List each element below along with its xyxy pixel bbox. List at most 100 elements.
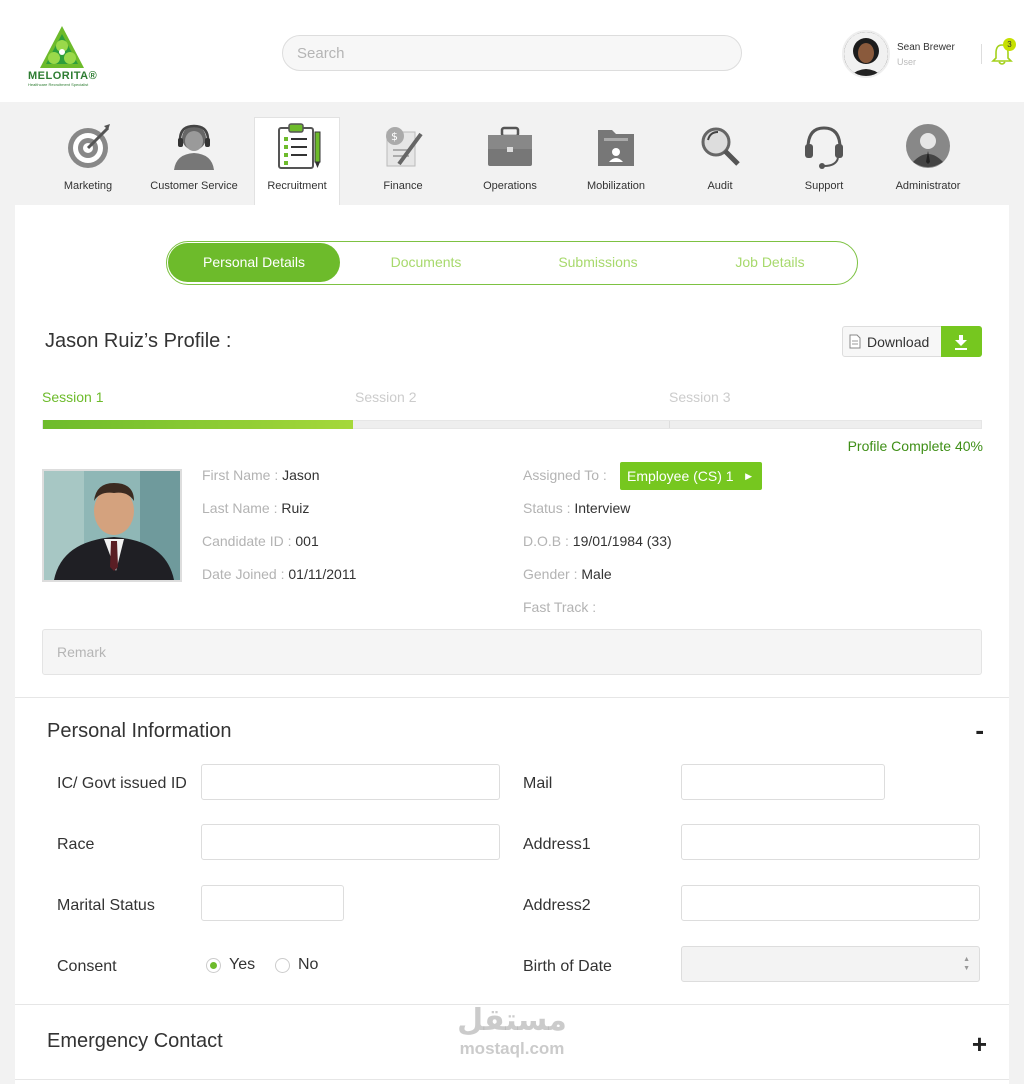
gender-field: Gender : Male	[523, 566, 612, 582]
play-arrow-icon: ▶	[745, 471, 752, 481]
address2-label: Address2	[523, 897, 591, 914]
remark-input[interactable]	[42, 629, 982, 675]
admin-icon	[906, 124, 950, 168]
ic-input[interactable]	[201, 764, 500, 800]
candidate-portrait-icon	[44, 471, 180, 580]
nav-item-audit[interactable]: Audit	[670, 118, 770, 206]
address1-label: Address1	[523, 836, 591, 853]
session-2-label[interactable]: Session 2	[355, 389, 416, 405]
expand-toggle[interactable]: +	[972, 1029, 987, 1060]
nav-item-recruitment[interactable]: Recruitment	[254, 117, 340, 207]
first-name-value: Jason	[282, 467, 320, 483]
spinner-down-icon[interactable]: ▼	[963, 965, 970, 973]
assigned-to-button[interactable]: Employee (CS) 1 ▶	[620, 462, 762, 490]
assigned-to-label-text: Assigned To :	[523, 467, 607, 483]
first-name-field: First Name : Jason	[202, 467, 319, 483]
nav-item-mobilization[interactable]: Mobilization	[566, 118, 666, 206]
nav-item-support[interactable]: Support	[774, 118, 874, 206]
document-icon	[849, 334, 861, 349]
nav-label: Marketing	[63, 180, 113, 192]
nav-label: Finance	[383, 180, 423, 192]
address1-input[interactable]	[681, 824, 980, 860]
nav-item-marketing[interactable]: Marketing	[38, 118, 138, 206]
profile-complete-text: Profile Complete 40%	[847, 438, 983, 454]
race-input[interactable]	[201, 824, 500, 860]
watermark-latin: mostaql.com	[459, 1039, 565, 1058]
tab-documents[interactable]: Documents	[340, 243, 512, 282]
brand-tagline: Healthcare Recruitment Specialist	[28, 82, 89, 87]
section-divider	[15, 697, 1009, 698]
dob-field: D.O.B : 19/01/1984 (33)	[523, 533, 672, 549]
magnifier-icon	[701, 127, 740, 166]
consent-yes-label[interactable]: Yes	[229, 956, 255, 974]
spinner-up-icon[interactable]: ▲	[963, 956, 970, 964]
nav-label: Operations	[483, 180, 537, 192]
assigned-to-value: Employee (CS) 1	[627, 468, 734, 484]
nav-item-administrator[interactable]: Administrator	[878, 118, 978, 206]
collapse-toggle[interactable]: -	[975, 715, 984, 746]
nav-item-operations[interactable]: Operations	[460, 118, 560, 206]
nav-label: Mobilization	[586, 180, 646, 192]
birth-date-input[interactable]: ▲ ▼	[681, 946, 980, 982]
download-label: Download	[867, 334, 930, 350]
svg-text:$: $	[391, 130, 398, 143]
profile-tabs: Personal Details Documents Submissions J…	[166, 241, 858, 285]
fast-track-label: Fast Track :	[523, 599, 597, 615]
last-name-value: Ruiz	[281, 500, 310, 516]
nav-label: Customer Service	[150, 180, 238, 192]
gender-label: Gender :	[523, 566, 578, 582]
date-joined-value: 01/11/2011	[288, 566, 357, 582]
section-divider	[15, 1079, 1009, 1080]
consent-no-label[interactable]: No	[298, 956, 318, 974]
tab-submissions[interactable]: Submissions	[512, 243, 684, 282]
brand-name: MELORITA®	[28, 70, 98, 82]
marital-status-label: Marital Status	[57, 897, 155, 914]
race-label: Race	[57, 836, 95, 853]
user-photo-icon	[844, 32, 888, 76]
user-name: Sean Brewer	[897, 42, 955, 53]
tab-personal-details[interactable]: Personal Details	[168, 243, 340, 282]
first-name-label: First Name :	[202, 467, 279, 483]
nav-item-finance[interactable]: $ Finance	[353, 118, 453, 206]
module-nav: Marketing Customer Service Recruitment $	[0, 102, 1024, 207]
notification-count-badge: 3	[1003, 38, 1016, 51]
nav-label: Audit	[707, 180, 733, 192]
candidate-id-label: Candidate ID :	[202, 533, 292, 549]
candidate-id-value: 001	[295, 533, 319, 549]
marital-status-input[interactable]	[201, 885, 344, 921]
download-arrow-icon[interactable]	[941, 326, 982, 357]
session-3-label[interactable]: Session 3	[669, 389, 730, 405]
folder-icon	[598, 130, 634, 166]
search-input[interactable]	[282, 35, 742, 71]
nav-item-customer-service[interactable]: Customer Service	[144, 118, 244, 206]
briefcase-icon	[488, 126, 532, 166]
session-1-label[interactable]: Session 1	[42, 389, 103, 405]
consent-yes-radio[interactable]	[206, 958, 221, 973]
date-joined-label: Date Joined :	[202, 566, 285, 582]
candidate-id-field: Candidate ID : 001	[202, 533, 319, 549]
mail-input[interactable]	[681, 764, 885, 800]
progress-fill	[43, 420, 353, 429]
profile-title: Jason Ruiz’s Profile :	[45, 330, 232, 352]
gender-value: Male	[581, 566, 612, 582]
assigned-to-label: Assigned To :	[523, 467, 607, 483]
tab-job-details[interactable]: Job Details	[684, 243, 856, 282]
status-value: Interview	[574, 500, 631, 516]
download-button[interactable]: Download	[842, 326, 982, 357]
nav-label: Administrator	[895, 180, 961, 192]
header-divider	[981, 44, 982, 64]
profile-progress-bar	[42, 420, 982, 429]
nav-label: Recruitment	[267, 180, 327, 192]
headset-icon	[805, 126, 843, 169]
mail-label: Mail	[523, 775, 553, 792]
user-role: User	[897, 57, 917, 67]
mostaql-watermark: مستقل mostaql.com	[447, 1003, 577, 1059]
last-name-field: Last Name : Ruiz	[202, 500, 309, 516]
finance-icon: $	[386, 127, 423, 167]
candidate-photo	[42, 469, 182, 582]
address2-input[interactable]	[681, 885, 980, 921]
birth-date-label: Birth of Date	[523, 958, 612, 975]
last-name-label: Last Name :	[202, 500, 278, 516]
user-avatar[interactable]	[842, 30, 890, 78]
consent-no-radio[interactable]	[275, 958, 290, 973]
